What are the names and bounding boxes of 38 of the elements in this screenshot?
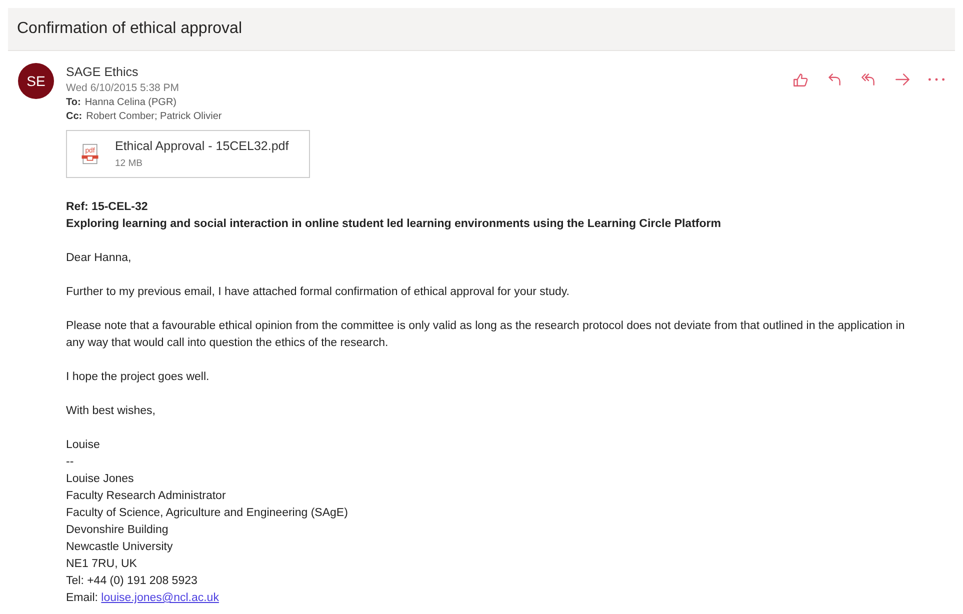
cc-label: Cc: (66, 111, 82, 122)
body-text: Ref: 15-CEL-32 (66, 200, 149, 215)
body-text: Newcastle University (66, 540, 174, 555)
body-text: With best wishes, (66, 404, 156, 419)
body-text: Devonshire Building (66, 523, 170, 538)
body-text: Please note that a favourable ethical opinion from the committee is only valid as long as the research protocol does not deviate from that outlined in the application in any way that would call into question the ethics of the research. (66, 319, 906, 351)
email-link[interactable]: louise.jones@ncl.ac.uk (101, 592, 219, 604)
recipients: Hanna Celina (PGR) (84, 97, 177, 108)
body-text: Exploring learning and social interaction in online student led learning environments using the Learning Circle Platform (66, 217, 722, 232)
forward-button[interactable] (894, 71, 911, 88)
forward-arrow-icon (894, 71, 911, 88)
signature-line: Email: louise.jones@ncl.ac.uk (66, 591, 220, 606)
body-text: -- (66, 455, 75, 470)
sent-date: Wed 6/10/2015 5:38 PM (66, 82, 180, 94)
body-text: NE1 7RU, UK (66, 557, 138, 572)
more-button[interactable] (928, 78, 945, 81)
reply-all-icon (860, 71, 877, 88)
recipients: Robert Comber; Patrick Olivier (86, 111, 222, 122)
body-text: Dear Hanna, (66, 251, 132, 266)
body-text: I hope the project goes well. (66, 370, 210, 385)
more-icon (928, 78, 945, 81)
attachment-name: Ethical Approval - 15CEL32.pdf (115, 139, 289, 153)
sender-name: SAGE Ethics (66, 65, 140, 79)
body-text: Further to my previous email, I have attached formal confirmation of ethical approval for your study. (66, 285, 570, 300)
sender-avatar: SE (18, 63, 54, 99)
to-label: To: (66, 97, 81, 108)
body-text: Louise (66, 438, 101, 453)
attachment-size: 12 MB (115, 158, 144, 169)
email-subject: Confirmation of ethical approval (16, 20, 242, 38)
body-text: Tel: +44 (0) 191 208 5923 (66, 574, 198, 589)
like-button[interactable] (792, 71, 809, 88)
body-text: Louise Jones (66, 472, 135, 487)
reply-all-button[interactable] (860, 71, 877, 88)
body-text: Faculty of Science, Agriculture and Engineering (SAgE) (66, 506, 349, 521)
thumbs-up-icon (792, 71, 809, 88)
body-text: Faculty Research Administrator (66, 489, 227, 504)
reply-button[interactable] (826, 71, 843, 88)
reply-icon (826, 71, 843, 88)
